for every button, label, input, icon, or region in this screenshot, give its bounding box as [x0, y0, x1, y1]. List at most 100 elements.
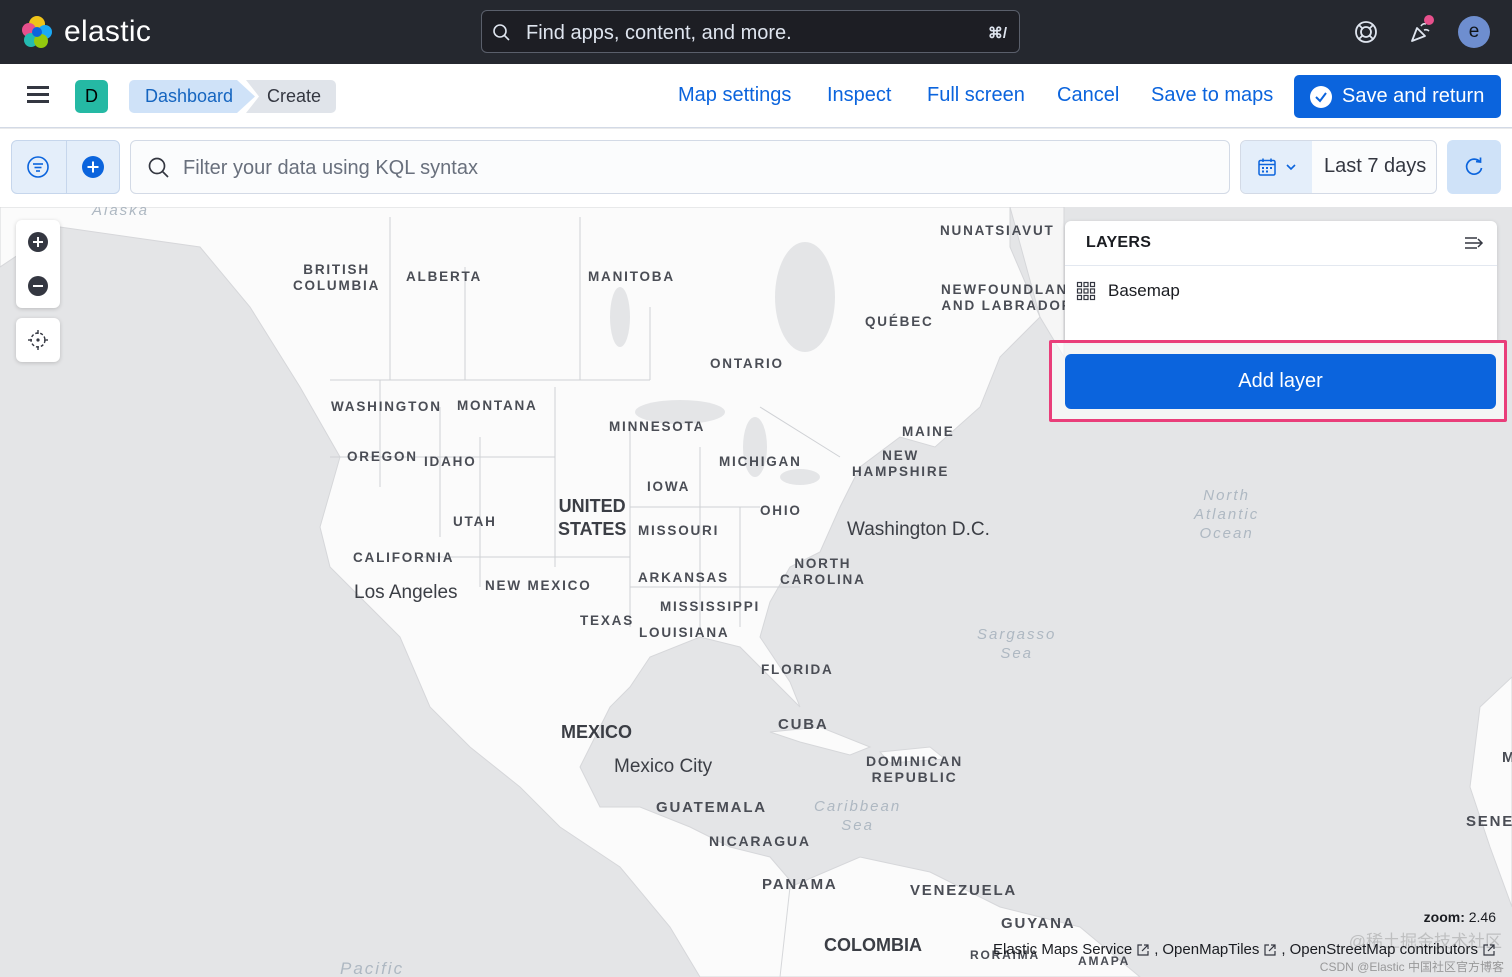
map-label-quebec: QUÉBEC [865, 314, 934, 329]
add-layer-button[interactable]: Add layer [1065, 354, 1496, 409]
divider [66, 141, 67, 193]
map-label-new-hampshire: NEW HAMPSHIRE [852, 448, 950, 479]
add-filter-button[interactable] [80, 154, 106, 180]
map-label-mississippi: MISSISSIPPI [660, 599, 761, 614]
date-range-text[interactable]: Last 7 days [1324, 155, 1426, 178]
plus-circle-icon [28, 232, 48, 252]
map-label-guyana: GUYANA [1001, 915, 1076, 932]
map-label-north-carolina: NORTH CAROLINA [780, 556, 866, 587]
plus-circle-icon [82, 156, 104, 178]
map-label-idaho: IDAHO [424, 454, 477, 469]
refresh-button[interactable] [1447, 140, 1501, 194]
save-and-return-label: Save and return [1342, 85, 1485, 107]
set-view-control [16, 318, 60, 362]
full-screen-link[interactable]: Full screen [927, 84, 1025, 107]
layers-panel: LAYERS Basemap [1065, 221, 1497, 341]
help-icon [1355, 21, 1377, 43]
map-label-pacific: Pacific [340, 959, 405, 977]
minus-circle-icon [28, 276, 48, 296]
divider [1065, 265, 1497, 266]
map-label-montana: MONTANA [457, 398, 538, 413]
inspect-link[interactable]: Inspect [827, 84, 891, 107]
kql-search-field[interactable] [130, 140, 1230, 194]
map-label-cuba: CUBA [778, 716, 829, 733]
quick-select-button[interactable] [1241, 141, 1312, 193]
query-bar: Last 7 days [0, 129, 1512, 207]
calendar-icon [1257, 158, 1276, 176]
kql-input[interactable] [183, 153, 1183, 183]
csdn-watermark: CSDN @Elastic 中国社区官方博客 [1319, 960, 1504, 974]
map-label-nicaragua: NICARAGUA [709, 833, 811, 849]
zoom-in-button[interactable] [16, 220, 60, 264]
grid-icon [1076, 281, 1096, 301]
map-label-guatemala: GUATEMALA [656, 799, 767, 816]
crosshair-icon [28, 330, 48, 350]
breadcrumb-create: Create [246, 80, 336, 113]
map-attribution: Elastic Maps Service , OpenMapTiles , Op… [993, 941, 1496, 958]
external-link-icon [1264, 943, 1276, 956]
zoom-readout: zoom: 2.46 [1424, 909, 1496, 925]
save-to-maps-link[interactable]: Save to maps [1151, 84, 1273, 107]
menu-line [27, 86, 49, 89]
map-label-michigan: MICHIGAN [719, 454, 802, 469]
check-icon [1310, 85, 1332, 108]
save-and-return-button[interactable]: Save and return [1294, 75, 1501, 118]
space-avatar[interactable]: D [75, 80, 108, 113]
date-picker[interactable]: Last 7 days [1240, 140, 1437, 194]
set-view-button[interactable] [16, 318, 60, 362]
map-label-los-angeles: Los Angeles [354, 582, 458, 603]
map-label-oregon: OREGON [347, 449, 418, 464]
map-label-washington-dc: Washington D.C. [847, 519, 990, 540]
logo-text: elastic [64, 15, 152, 48]
cancel-link[interactable]: Cancel [1057, 84, 1119, 107]
global-search-input[interactable]: Find apps, content, and more. ⌘/ [481, 10, 1020, 53]
hamburger-menu-button[interactable] [22, 84, 54, 108]
user-avatar[interactable]: e [1458, 16, 1490, 48]
filter-menu-button[interactable] [25, 154, 51, 180]
map-label-newfoundland: NEWFOUNDLANI AND LABRADOR [941, 282, 1074, 313]
elastic-logo-icon [22, 16, 52, 48]
map-label-arkansas: ARKANSAS [638, 570, 729, 585]
help-button[interactable] [1350, 16, 1382, 48]
map-label-panama: PANAMA [762, 876, 838, 893]
search-shortcut: ⌘/ [987, 25, 1007, 42]
search-placeholder: Find apps, content, and more. [526, 22, 792, 44]
layer-item-basemap[interactable]: Basemap [1076, 281, 1180, 301]
map-canvas[interactable]: BRITISH COLUMBIA ALBERTA MANITOBA NUNATS… [0, 207, 1512, 977]
map-label-california: CALIFORNIA [353, 550, 455, 565]
map-label-united-states: UNITED STATES [558, 496, 627, 539]
map-label-missouri: MISSOURI [638, 523, 720, 538]
layers-title: LAYERS [1086, 234, 1152, 251]
external-link-icon [1483, 943, 1495, 956]
map-label-florida: FLORIDA [761, 662, 834, 677]
map-label-minnesota: MINNESOTA [609, 419, 706, 434]
map-label-mexico: MEXICO [561, 722, 633, 742]
map-label-mexico-city: Mexico City [614, 756, 713, 777]
map-label-alberta: ALBERTA [406, 269, 483, 284]
elastic-logo[interactable]: elastic [20, 14, 151, 50]
map-label-ohio: OHIO [760, 503, 802, 518]
attribution-link-osm[interactable]: OpenStreetMap contributors [1290, 941, 1478, 958]
map-label-louisiana: LOUISIANA [639, 625, 730, 640]
attribution-link-omt[interactable]: OpenMapTiles [1162, 941, 1259, 958]
app-toolbar: D Dashboard Create Map settings Inspect … [0, 64, 1512, 128]
map-label-north-atlantic: North Atlantic Ocean [1194, 487, 1260, 542]
zoom-out-button[interactable] [16, 264, 60, 308]
map-label-iowa: IOWA [647, 479, 691, 494]
map-label-utah: UTAH [453, 514, 497, 529]
zoom-label: zoom: [1423, 909, 1465, 925]
map-label-nunatsiavut: NUNATSIAVUT [940, 223, 1055, 238]
map-settings-link[interactable]: Map settings [678, 84, 791, 107]
map-label-washington: WASHINGTON [331, 399, 442, 414]
breadcrumb-dashboard[interactable]: Dashboard [129, 80, 255, 113]
attribution-link-ems[interactable]: Elastic Maps Service [993, 941, 1132, 958]
collapse-panel-icon[interactable] [1463, 233, 1485, 253]
layer-name: Basemap [1108, 281, 1180, 300]
comma: , [1281, 941, 1286, 958]
global-header: elastic Find apps, content, and more. ⌘/… [0, 0, 1512, 64]
comma: , [1154, 941, 1159, 958]
search-icon [493, 24, 510, 41]
search-icon [148, 157, 169, 178]
map-label-texas: TEXAS [580, 613, 635, 628]
news-button[interactable] [1404, 15, 1436, 48]
